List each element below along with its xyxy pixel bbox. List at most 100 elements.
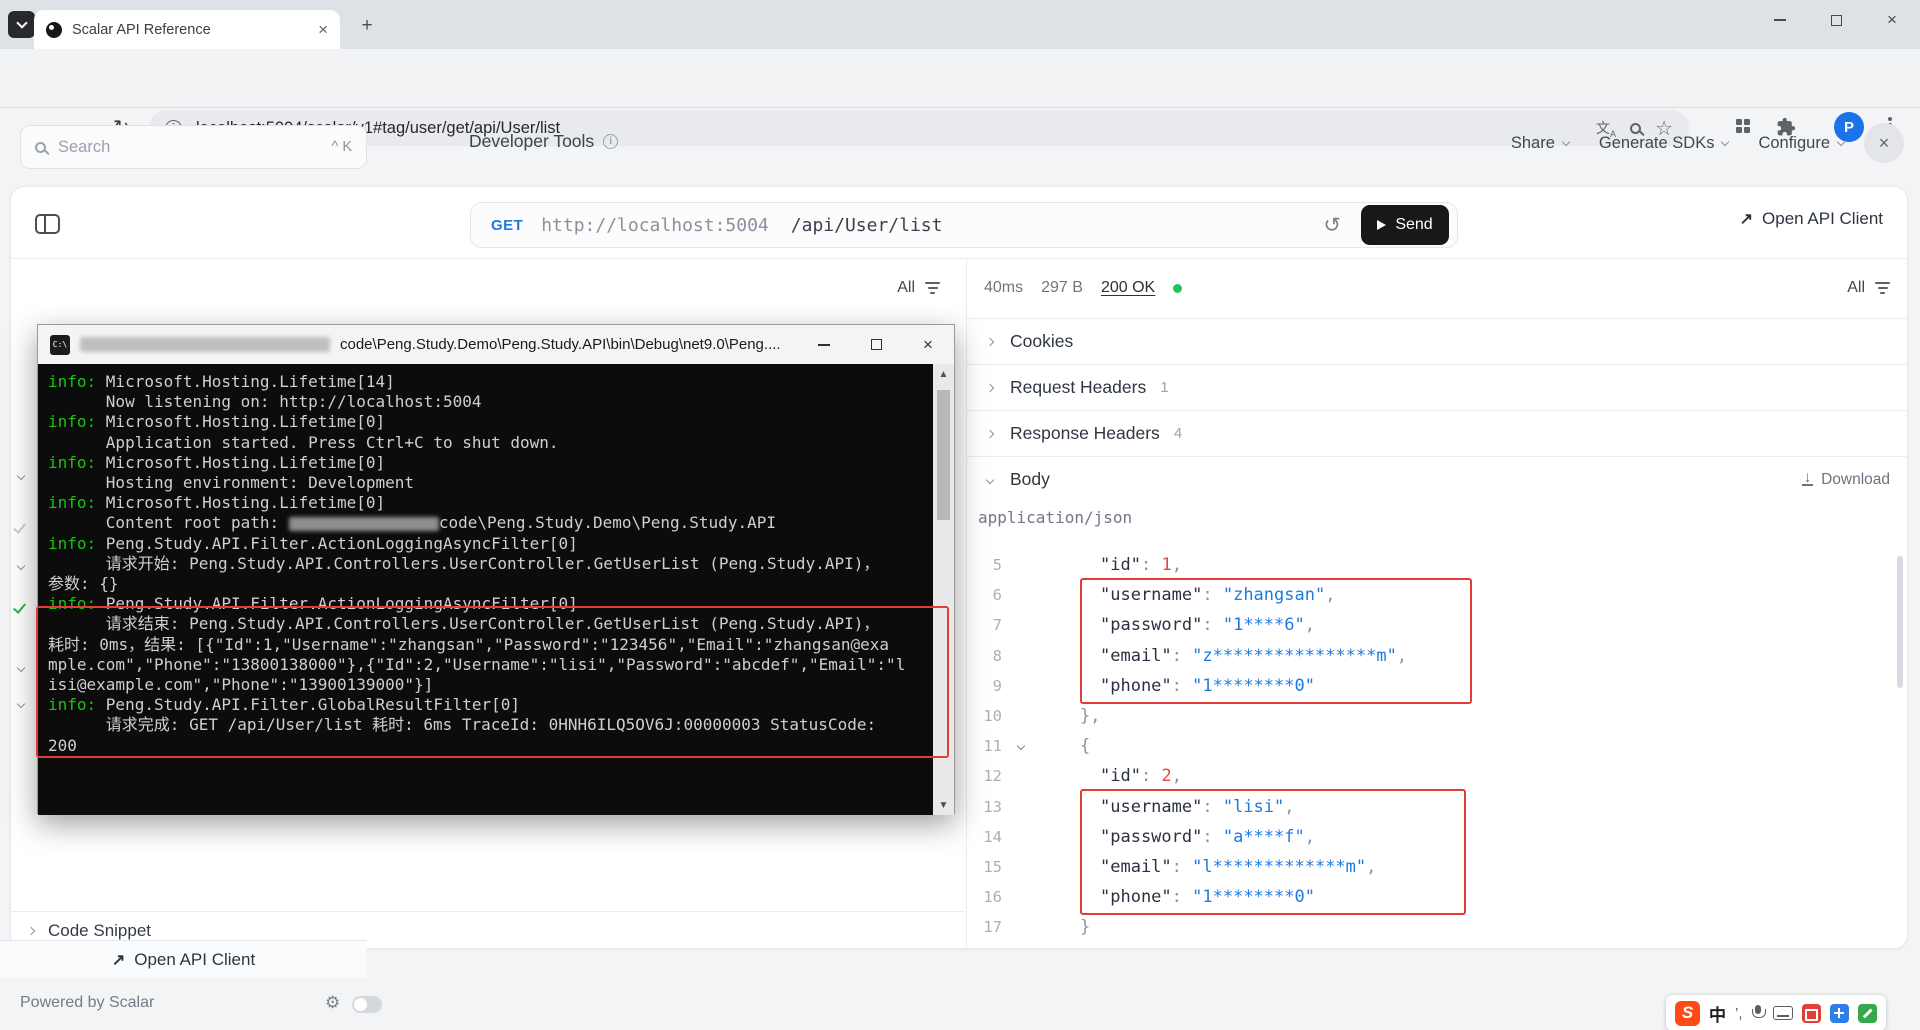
response-meta-row: 40ms 297 B 200 OK All [966,258,1908,318]
redacted-path [80,337,330,352]
new-tab-button[interactable]: + [356,15,378,37]
sidebar-collapse-chevron[interactable] [16,658,26,676]
browser-tabstrip: Scalar API Reference × + × [0,0,1920,49]
line-number: 14 [983,827,1002,846]
sidebar-collapse-chevron[interactable] [16,556,26,574]
sidebar-check-icon [12,520,27,538]
code-line: 5 "id": 1, [966,550,1898,580]
response-size: 297 B [1041,279,1083,296]
request-address-bar[interactable]: GET http://localhost:5004 /api/User/list… [470,202,1458,248]
window-minimize-button[interactable] [1752,0,1808,40]
ime-mic-icon[interactable] [1751,1005,1766,1021]
generate-sdks-button[interactable]: Generate SDKs [1599,134,1730,153]
console-line: 请求开始: Peng.Study.API.Controllers.UserCon… [48,553,880,573]
browser-toolbar: ← → ↻ i localhost:5004/scalar/v1#tag/use… [0,49,1920,146]
filter-icon [925,282,940,294]
collapse-chevron-icon[interactable] [1002,741,1060,751]
section-label: Cookies [1010,331,1074,351]
ime-language-mode[interactable]: 中 [1709,1001,1726,1026]
external-link-icon: ↗ [111,951,126,969]
line-number: 17 [983,918,1002,937]
tab-search-button[interactable] [8,11,35,38]
modal-close-button[interactable]: × [1864,123,1904,163]
history-icon[interactable]: ↺ [1323,213,1341,238]
chevron-right-icon [984,383,996,392]
share-button[interactable]: Share [1511,134,1571,153]
console-line: info: Microsoft.Hosting.Lifetime[14] [48,372,395,391]
ime-dict-icon[interactable] [1801,1003,1821,1023]
section-request-headers[interactable]: Request Headers 1 [966,364,1908,410]
line-number: 12 [983,767,1002,786]
console-titlebar[interactable]: C:\ code\Peng.Study.Demo\Peng.Study.API\… [38,325,954,364]
sidebar-check-icon [12,600,27,618]
section-body[interactable]: Body ↓ Download [966,456,1908,502]
tab-close-icon[interactable]: × [318,21,328,38]
gear-icon[interactable]: ⚙ [325,993,340,1013]
scroll-thumb[interactable] [937,390,950,520]
scroll-up-icon[interactable]: ▲ [939,364,949,384]
redacted-text [288,516,439,531]
sidebar-collapse-chevron[interactable] [16,694,26,712]
response-time: 40ms [984,279,1024,296]
code-text: }, [1080,706,1101,727]
chevron-down-icon [15,17,28,29]
line-number: 5 [992,556,1002,575]
chevron-down-icon [984,475,996,484]
send-button[interactable]: Send [1361,205,1449,245]
download-button[interactable]: ↓ Download [1802,468,1890,489]
screen: Scalar API Reference × + × ← → ↻ i local… [0,0,1920,1030]
tab-title: Scalar API Reference [72,21,211,38]
line-number: 11 [983,737,1002,756]
code-text: "id": 2, [1100,766,1182,787]
console-line: Now listening on: http://localhost:5004 [48,392,482,412]
content-type-label: application/json [978,508,1133,527]
ime-punctuation-mode[interactable]: ’, [1735,1005,1743,1022]
open-api-client-link[interactable]: ↗ Open API Client [1740,209,1883,229]
window-maximize-button[interactable] [1808,0,1864,40]
address-bar[interactable]: i localhost:5004/scalar/v1#tag/user/get/… [149,110,1689,146]
console-maximize-button[interactable] [850,325,902,364]
configure-button[interactable]: Configure [1758,134,1846,153]
annotation-box-console-log [36,606,949,758]
status-dot [1173,283,1183,293]
code-line: 10}, [966,701,1898,731]
annotation-box-user2 [1080,789,1466,915]
request-path[interactable]: /api/User/list [791,215,943,236]
section-cookies[interactable]: Cookies [966,318,1908,364]
search-icon [35,141,46,153]
response-filter-button[interactable]: All [1847,279,1890,297]
window-close-button[interactable]: × [1864,0,1920,40]
console-minimize-button[interactable] [798,325,850,364]
external-link-icon: ↗ [1739,211,1754,228]
ime-tools-icon[interactable] [1857,1003,1877,1023]
request-filter-button[interactable]: All [897,279,940,297]
section-response-headers[interactable]: Response Headers 4 [966,410,1908,456]
url-text: localhost:5004/scalar/v1#tag/user/get/ap… [196,118,561,137]
response-scrollbar-thumb[interactable] [1897,556,1903,688]
download-icon: ↓ [1802,468,1814,487]
dev-tools-header: Developer Tools i [469,131,619,152]
console-line: info: Microsoft.Hosting.Lifetime[0] [48,412,386,432]
base-url[interactable]: http://localhost:5004 [541,215,769,236]
line-number: 8 [992,646,1002,665]
section-badge: 1 [1160,379,1169,396]
console-line: info: Microsoft.Hosting.Lifetime[0] [48,452,386,472]
ime-sogou-icon[interactable]: S [1675,1000,1700,1026]
browser-tab[interactable]: Scalar API Reference × [34,10,340,49]
open-api-client-footer-button[interactable]: ↗ Open API Client [0,940,367,978]
console-close-button[interactable]: × [902,325,954,364]
theme-toggle[interactable] [352,996,382,1013]
sidebar-toggle-icon[interactable] [35,214,60,234]
ime-keyboard-icon[interactable] [1772,1006,1793,1020]
search-box[interactable]: ^ K [20,125,367,169]
console-line: 参数: {} [48,574,119,594]
code-line: 12 "id": 2, [966,761,1898,791]
console-line: Hosting environment: Development [48,473,415,493]
line-number: 6 [992,586,1002,605]
sidebar-collapse-chevron[interactable] [16,466,26,484]
ime-apps-icon[interactable] [1829,1003,1849,1023]
chevron-right-icon [984,337,996,346]
search-input[interactable] [58,137,320,157]
http-method-label[interactable]: GET [491,217,523,234]
scroll-down-icon[interactable]: ▼ [939,795,949,815]
